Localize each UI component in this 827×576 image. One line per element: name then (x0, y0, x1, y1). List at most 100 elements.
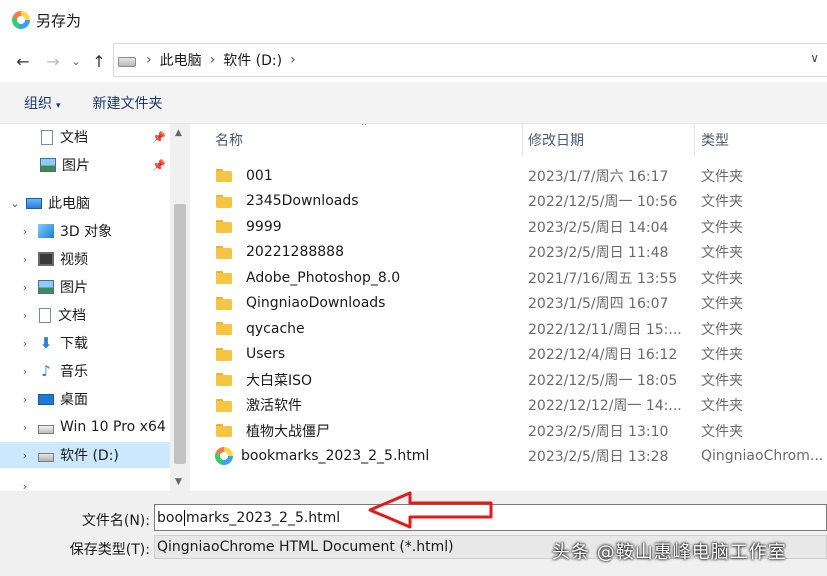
file-date: 2022/12/12/周一 14:... (528, 398, 682, 414)
table-row[interactable]: QingniaoDownloads 2023/1/5/周四 16:07 文件夹 (210, 291, 827, 316)
annotation-arrow-icon (368, 491, 493, 529)
chevron-down-icon[interactable]: ∨ (810, 51, 819, 65)
file-name: 激活软件 (246, 398, 302, 414)
table-row[interactable]: 20221288888 2023/2/5/周日 11:48 文件夹 (210, 240, 827, 265)
recent-locations-chevron-icon[interactable]: ⌄ (68, 46, 84, 76)
table-row[interactable]: 2345Downloads 2022/12/5/周一 10:56 文件夹 (210, 189, 827, 214)
chevron-right-icon[interactable]: › (210, 52, 216, 68)
sidebar-item-label: 音乐 (60, 364, 88, 380)
new-folder-button[interactable]: 新建文件夹 (93, 93, 163, 113)
table-row[interactable]: qycache 2022/12/11/周日 15:... 文件夹 (210, 316, 827, 341)
sidebar-item-documents[interactable]: › 文档 (0, 302, 170, 328)
file-name: 2345Downloads (246, 193, 359, 209)
chevron-right-icon[interactable]: › (290, 52, 296, 68)
watermark: 头条 @鞍山惠峰电脑工作室 (552, 542, 787, 563)
table-row[interactable]: Adobe_Photoshop_8.0 2021/7/16/周五 13:55 文… (210, 265, 827, 290)
sidebar-item-desktop[interactable]: › 桌面 (0, 386, 170, 412)
file-date: 2023/1/5/周四 16:07 (528, 296, 669, 312)
chevron-right-icon[interactable]: › (18, 449, 32, 462)
navigation-pane: 文档 📌 图片 📌 ⌄ 此电脑 › 3D 对象 › 视频 › 图片 › 文档 ›… (0, 124, 190, 491)
drive-icon (118, 57, 136, 67)
column-header-type[interactable]: 类型 (701, 124, 729, 156)
pin-icon: 📌 (152, 130, 166, 144)
filename-label: 文件名(N): (81, 513, 150, 529)
folder-icon (216, 347, 232, 361)
file-name: 9999 (246, 218, 282, 235)
document-icon (39, 308, 51, 323)
column-header-date[interactable]: 修改日期 (528, 124, 584, 156)
forward-arrow-icon[interactable]: → (38, 46, 68, 76)
file-date: 2022/12/5/周一 18:05 (528, 372, 678, 389)
sidebar-item-3d-objects[interactable]: › 3D 对象 (0, 218, 170, 244)
column-divider[interactable] (522, 124, 523, 156)
sidebar-item-downloads[interactable]: › ⬇ 下载 (0, 330, 170, 356)
chevron-right-icon[interactable]: › (146, 52, 152, 68)
table-row[interactable]: 大白菜ISO 2022/12/5/周一 18:05 文件夹 (210, 367, 827, 392)
folder-icon (216, 373, 232, 386)
sidebar-item-label: 文档 (58, 308, 86, 324)
chevron-down-icon[interactable]: ⌄ (8, 197, 22, 210)
file-type: 文件夹 (701, 423, 743, 440)
chevron-right-icon[interactable]: › (18, 393, 32, 406)
file-date: 2023/2/5/周日 14:04 (528, 219, 669, 236)
filename-text-after-cursor: marks_2023_2_5.html (186, 509, 341, 526)
chevron-right-icon[interactable]: › (18, 253, 32, 266)
scrollbar-thumb[interactable] (174, 204, 186, 464)
scroll-down-icon[interactable]: ▼ (175, 477, 182, 487)
file-name: bookmarks_2023_2_5.html (241, 448, 430, 464)
drive-icon (38, 452, 54, 462)
sidebar-item-next[interactable]: › (0, 480, 170, 492)
back-arrow-icon[interactable]: ← (8, 46, 38, 76)
organize-button[interactable]: 组织 ▾ (24, 93, 61, 113)
table-row[interactable]: 001 2023/1/7/周六 16:17 文件夹 (210, 163, 827, 188)
scroll-up-icon[interactable]: ▲ (175, 128, 182, 138)
chevron-right-icon[interactable]: › (18, 480, 32, 492)
breadcrumb-drive-d[interactable]: 软件 (D:) (223, 50, 282, 70)
table-row[interactable]: 植物大战僵尸 2023/2/5/周日 13:10 文件夹 (210, 418, 827, 443)
sidebar-scrollbar[interactable]: ▲ ▼ (170, 124, 190, 491)
chevron-right-icon[interactable]: › (18, 309, 32, 322)
file-type: 文件夹 (701, 168, 743, 185)
table-row[interactable]: 9999 2023/2/5/周日 14:04 文件夹 (210, 214, 827, 239)
sidebar-item-documents-quick[interactable]: 文档 📌 (0, 124, 170, 150)
table-row[interactable]: 激活软件 2022/12/12/周一 14:... 文件夹 (210, 393, 827, 418)
sidebar-item-pictures[interactable]: › 图片 (0, 274, 170, 300)
file-name: 大白菜ISO (246, 372, 313, 389)
text-cursor-icon (184, 509, 186, 526)
sidebar-item-this-pc[interactable]: ⌄ 此电脑 (0, 190, 170, 216)
file-type: 文件夹 (701, 398, 743, 414)
sidebar-item-windows-drive[interactable]: › Win 10 Pro x64 (0, 414, 170, 440)
column-divider[interactable] (694, 124, 695, 156)
sidebar-item-label: 图片 (62, 158, 90, 174)
file-type: 文件夹 (701, 245, 743, 261)
sidebar-item-pictures-quick[interactable]: 图片 📌 (0, 152, 170, 178)
folder-icon (216, 296, 232, 310)
chevron-right-icon[interactable]: › (18, 225, 32, 238)
chevron-right-icon[interactable]: › (18, 281, 32, 294)
computer-icon (26, 197, 42, 209)
file-type: QingniaoChrom... (701, 448, 824, 464)
table-row[interactable]: Users 2022/12/4/周日 16:12 文件夹 (210, 342, 827, 367)
file-type: 文件夹 (701, 372, 743, 389)
window-title: 另存为 (36, 11, 82, 30)
sidebar-item-music[interactable]: › ♪ 音乐 (0, 358, 170, 384)
download-icon: ⬇ (39, 334, 53, 352)
column-header-name[interactable]: 名称 (215, 124, 243, 156)
qingniao-browser-icon (12, 11, 30, 29)
file-name: QingniaoDownloads (246, 295, 386, 311)
address-bar[interactable]: › 此电脑 › 软件 (D:) › ∨ (113, 43, 827, 77)
sidebar-item-label: 下载 (60, 336, 88, 352)
file-type: 文件夹 (701, 296, 743, 312)
sidebar-item-drive-d[interactable]: › 软件 (D:) (0, 442, 170, 468)
file-date: 2022/12/5/周一 10:56 (528, 194, 678, 210)
chevron-right-icon[interactable]: › (18, 421, 32, 434)
sort-ascending-icon: ⌃ (360, 124, 369, 133)
up-arrow-icon[interactable]: ↑ (84, 46, 114, 76)
desktop-icon (38, 393, 54, 405)
table-row[interactable]: bookmarks_2023_2_5.html 2023/2/5/周日 13:2… (210, 444, 827, 469)
sidebar-item-videos[interactable]: › 视频 (0, 246, 170, 272)
chevron-right-icon[interactable]: › (18, 365, 32, 378)
file-name: Adobe_Photoshop_8.0 (246, 269, 401, 286)
chevron-right-icon[interactable]: › (18, 337, 32, 350)
breadcrumb-this-pc[interactable]: 此电脑 (160, 50, 202, 70)
